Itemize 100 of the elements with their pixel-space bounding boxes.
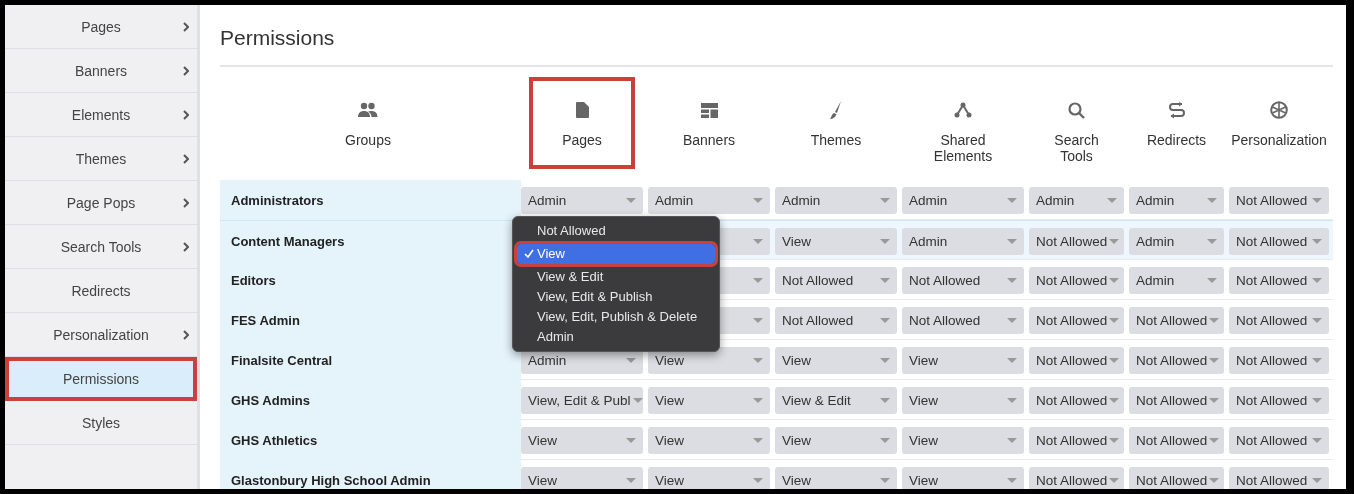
permission-select[interactable]: Not Allowed	[1029, 346, 1124, 374]
group-name: FES Admin	[231, 312, 300, 328]
permission-select[interactable]: Not Allowed	[902, 266, 1024, 294]
caret-icon	[753, 317, 763, 323]
caret-icon	[1109, 238, 1120, 244]
permission-select[interactable]: View, Edit & Publ	[521, 386, 643, 414]
menu-option[interactable]: View, Edit & Publish	[517, 286, 715, 307]
sidebar-item[interactable]: Permissions	[5, 357, 197, 401]
caret-icon	[880, 477, 890, 483]
permission-select[interactable]: Not Allowed	[1129, 386, 1224, 414]
share-nodes-icon	[954, 102, 972, 118]
permission-select[interactable]: Admin	[1129, 266, 1224, 294]
permission-select[interactable]: Admin	[648, 186, 770, 214]
menu-option[interactable]: View & Edit	[517, 266, 715, 287]
permission-select[interactable]: Not Allowed	[1229, 386, 1329, 414]
permission-select[interactable]: Not Allowed	[1229, 266, 1329, 294]
caret-icon	[753, 437, 763, 443]
permission-select[interactable]: Admin	[1029, 186, 1124, 214]
caret-icon	[1312, 397, 1322, 403]
caret-icon	[880, 317, 890, 323]
permission-select[interactable]: Not Allowed	[1229, 227, 1329, 255]
sidebar-item[interactable]: Redirects	[5, 269, 197, 313]
caret-icon	[1007, 197, 1017, 203]
permission-select[interactable]: Not Allowed	[1029, 266, 1124, 294]
permission-select[interactable]: View	[648, 466, 770, 489]
permission-select[interactable]: Admin	[1129, 227, 1224, 255]
caret-icon	[1207, 277, 1217, 283]
caret-icon	[1007, 437, 1017, 443]
search-icon	[1068, 101, 1085, 119]
permission-select[interactable]: Not Allowed	[1029, 386, 1124, 414]
caret-icon	[1209, 317, 1220, 323]
permission-select[interactable]: View	[902, 426, 1024, 454]
permission-select[interactable]: Not Allowed	[1029, 466, 1124, 489]
caret-icon	[1007, 238, 1017, 244]
column-header: Banners	[648, 77, 770, 169]
sidebar-item[interactable]: Banners	[5, 49, 197, 93]
permission-select[interactable]: Not Allowed	[902, 306, 1024, 334]
permission-select[interactable]: View	[648, 386, 770, 414]
permission-select[interactable]: Not Allowed	[1029, 306, 1124, 334]
caret-icon	[626, 477, 636, 483]
permission-select[interactable]: Not Allowed	[775, 306, 897, 334]
permission-select[interactable]: Not Allowed	[1129, 466, 1224, 489]
permission-select[interactable]: View	[902, 386, 1024, 414]
caret-icon	[880, 277, 890, 283]
group-name: GHS Admins	[231, 392, 310, 408]
permission-select[interactable]: Admin	[521, 186, 643, 214]
caret-icon	[1109, 397, 1120, 403]
caret-icon	[753, 238, 763, 244]
permission-select[interactable]: Not Allowed	[1229, 426, 1329, 454]
caret-icon	[1312, 197, 1322, 203]
permission-select[interactable]: View	[902, 466, 1024, 489]
permission-select[interactable]: View	[521, 426, 643, 454]
permission-select[interactable]: View	[775, 346, 897, 374]
sidebar-item[interactable]: Styles	[5, 401, 197, 445]
caret-icon	[1107, 197, 1117, 203]
caret-icon	[753, 197, 763, 203]
permission-select[interactable]: Not Allowed	[1029, 227, 1124, 255]
permission-select[interactable]: View & Edit	[775, 386, 897, 414]
permission-select[interactable]: Not Allowed	[1229, 306, 1329, 334]
caret-icon	[1312, 437, 1322, 443]
sidebar-item[interactable]: Themes	[5, 137, 197, 181]
permission-select[interactable]: Not Allowed	[1129, 426, 1224, 454]
caret-icon	[1312, 277, 1322, 283]
permission-select[interactable]: Admin	[902, 227, 1024, 255]
column-header: Search Tools	[1029, 77, 1124, 169]
permission-select[interactable]: Not Allowed	[1029, 426, 1124, 454]
permission-select[interactable]: Not Allowed	[1129, 346, 1224, 374]
group-name: Content Managers	[231, 233, 345, 249]
caret-icon	[1007, 397, 1017, 403]
permission-select[interactable]: View	[521, 466, 643, 489]
permission-select[interactable]: Not Allowed	[1229, 346, 1329, 374]
permission-select[interactable]: Not Allowed	[1129, 306, 1224, 334]
permission-select[interactable]: Admin	[775, 186, 897, 214]
menu-option[interactable]: Admin	[517, 326, 715, 347]
caret-icon	[753, 357, 763, 363]
permission-select[interactable]: Not Allowed	[1229, 466, 1329, 489]
sidebar-item[interactable]: Search Tools	[5, 225, 197, 269]
permission-select[interactable]: View	[775, 426, 897, 454]
redirect-arrows-icon	[1168, 101, 1185, 119]
permission-select[interactable]: Not Allowed	[775, 266, 897, 294]
sidebar-item[interactable]: Page Pops	[5, 181, 197, 225]
sidebar-item[interactable]: Elements	[5, 93, 197, 137]
caret-icon	[1312, 317, 1322, 323]
caret-icon	[1007, 277, 1017, 283]
menu-option[interactable]: View, Edit, Publish & Delete	[517, 306, 715, 327]
permission-select[interactable]: Not Allowed	[1229, 186, 1329, 214]
caret-icon	[632, 397, 643, 403]
permission-select[interactable]: View	[775, 227, 897, 255]
permission-select[interactable]: Admin	[1129, 186, 1224, 214]
permission-select[interactable]: View	[648, 426, 770, 454]
permission-select[interactable]: View	[775, 466, 897, 489]
caret-icon	[753, 277, 763, 283]
permission-select[interactable]: Admin	[902, 186, 1024, 214]
group-name: Editors	[231, 272, 276, 288]
caret-icon	[1109, 437, 1120, 443]
sidebar-item[interactable]: Pages	[5, 5, 197, 49]
menu-option[interactable]: Not Allowed	[517, 220, 715, 241]
menu-option[interactable]: View	[517, 243, 715, 264]
permission-select[interactable]: View	[902, 346, 1024, 374]
caret-icon	[880, 397, 890, 403]
